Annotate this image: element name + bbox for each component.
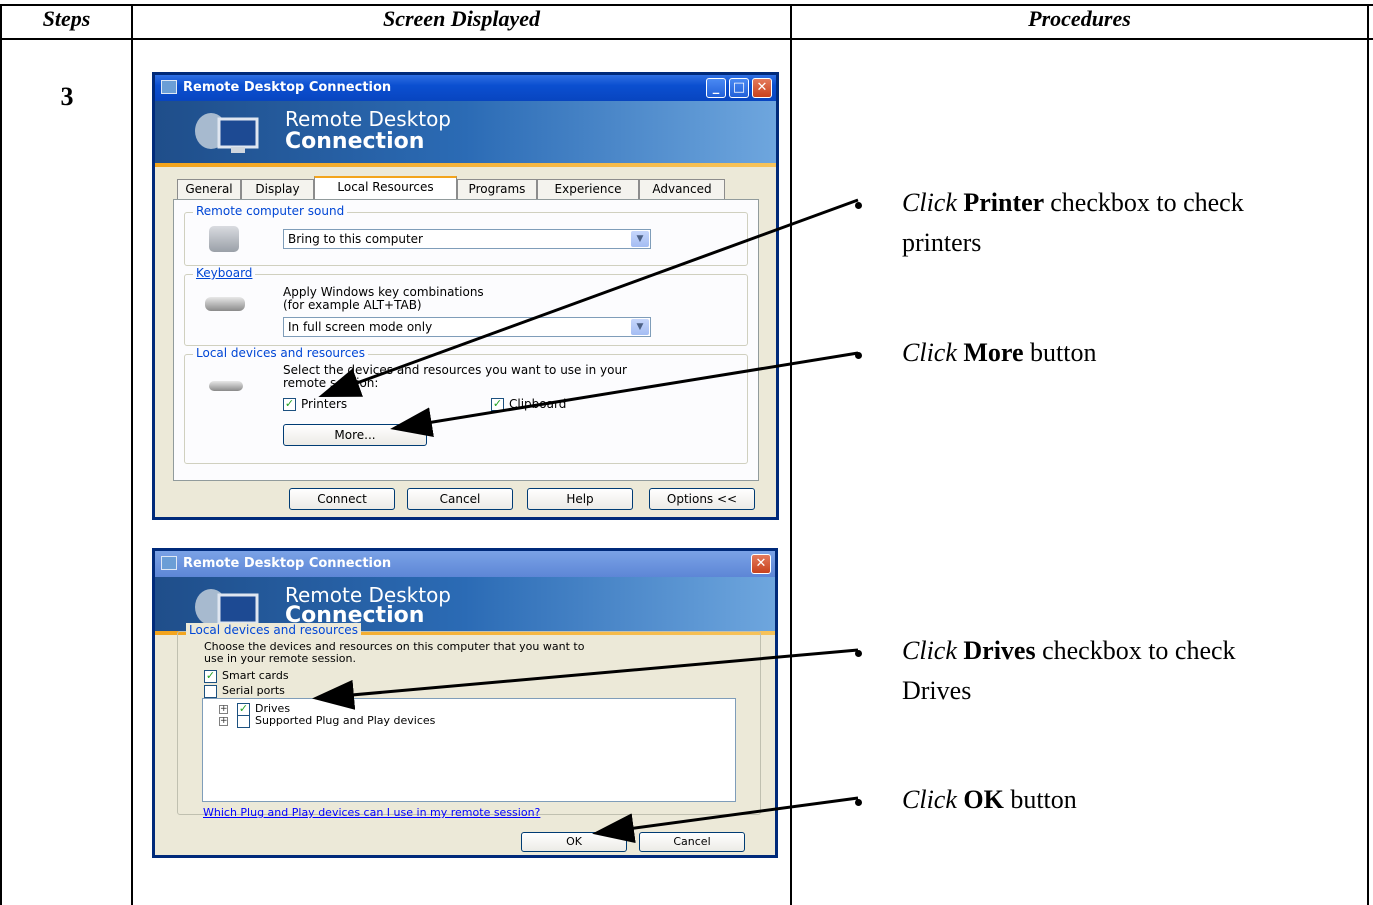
device-tree[interactable]: + ✓ Drives + Supported Plug and Play dev… <box>202 698 736 802</box>
keyboard-group-label: Keyboard <box>193 266 256 280</box>
options-button[interactable]: Options << <box>649 488 755 510</box>
col-divider-2 <box>790 4 792 905</box>
step-number: 3 <box>60 82 74 111</box>
devices-desc-line2: remote session: <box>283 376 379 390</box>
help-button[interactable]: Help <box>527 488 633 510</box>
devices-group: Local devices and resources Select the d… <box>184 346 748 464</box>
rdc-app-icon <box>161 556 177 570</box>
close-icon[interactable]: ✕ <box>751 554 771 574</box>
rdc-app-icon <box>161 80 177 94</box>
procedure-target: Printer <box>963 188 1051 217</box>
header-screen-displayed: Screen Displayed <box>382 6 541 31</box>
keyboard-group: Keyboard Apply Windows key combinations … <box>184 266 748 346</box>
tab-programs[interactable]: Programs <box>457 179 537 199</box>
procedure-drives-cont: Drives <box>902 676 972 705</box>
procedure-verb: Click <box>902 636 964 665</box>
bullet-icon <box>855 799 862 806</box>
tab-experience[interactable]: Experience <box>537 179 639 199</box>
window-titlebar[interactable]: Remote Desktop Connection _ □ ✕ <box>155 75 776 101</box>
devices-desc-line2: use in your remote session. <box>204 652 357 665</box>
smart-cards-checkbox[interactable]: ✓ <box>204 670 217 683</box>
devices-group-label: Local devices and resources <box>186 623 361 637</box>
procedure-more: Click More button <box>902 338 1096 368</box>
devices-group: Local devices and resources Choose the d… <box>177 623 761 815</box>
monitor-icon <box>195 113 259 153</box>
procedure-verb: Click <box>902 188 964 217</box>
procedure-target: More <box>963 338 1031 367</box>
sound-group: Remote computer sound Bring to this comp… <box>184 204 748 266</box>
cancel-button[interactable]: Cancel <box>639 832 745 852</box>
pnp-devices-checkbox[interactable] <box>237 715 250 728</box>
rdc-banner: Remote Desktop Connection <box>155 101 776 163</box>
cancel-button[interactable]: Cancel <box>407 488 513 510</box>
chevron-down-icon[interactable]: ▼ <box>631 319 649 335</box>
clipboard-label[interactable]: Clipboard <box>509 397 566 411</box>
printers-label[interactable]: Printers <box>301 397 347 411</box>
keyboard-desc-line2: (for example ALT+TAB) <box>283 298 422 312</box>
sound-group-label: Remote computer sound <box>193 204 348 218</box>
keyboard-dropdown[interactable]: In full screen mode only ▼ <box>283 317 651 337</box>
keyboard-icon <box>205 297 245 311</box>
procedure-printer: Click Printer checkbox to check <box>902 188 1244 218</box>
banner-title-line2: Connection <box>285 129 425 154</box>
printers-checkbox[interactable]: ✓ <box>283 398 296 411</box>
procedure-target: Drives <box>963 636 1043 665</box>
banner-title-line1: Remote Desktop <box>285 107 452 131</box>
procedure-rest: checkbox to check <box>1042 636 1236 665</box>
devices-desc-line1: Select the devices and resources you wan… <box>283 363 627 377</box>
procedure-rest: button <box>1030 338 1097 367</box>
procedure-verb: Click <box>902 338 964 367</box>
header-procedures: Procedures <box>1028 6 1131 31</box>
more-button[interactable]: More... <box>283 424 427 446</box>
window-titlebar[interactable]: Remote Desktop Connection ✕ <box>155 551 775 577</box>
smart-cards-label[interactable]: Smart cards <box>222 669 289 682</box>
serial-ports-checkbox[interactable] <box>204 685 217 698</box>
procedure-drives: Click Drives checkbox to check <box>902 636 1236 666</box>
expand-plus-icon[interactable]: + <box>219 705 228 714</box>
remote-desktop-window-more: Remote Desktop Connection ✕ Remote Deskt… <box>152 548 778 858</box>
speaker-icon <box>209 226 239 252</box>
tab-display[interactable]: Display <box>241 179 314 199</box>
pnp-help-link[interactable]: Which Plug and Play devices can I use in… <box>203 806 540 819</box>
table-right-border <box>1367 4 1369 905</box>
local-resources-panel: Remote computer sound Bring to this comp… <box>173 199 759 481</box>
bullet-icon <box>855 202 862 209</box>
ok-button[interactable]: OK <box>521 832 627 852</box>
clipboard-checkbox[interactable]: ✓ <box>491 398 504 411</box>
connect-button[interactable]: Connect <box>289 488 395 510</box>
procedure-verb: Click <box>902 785 964 814</box>
header-bottom-border <box>0 38 1373 40</box>
header-steps: Steps <box>42 6 91 31</box>
bullet-icon <box>855 352 862 359</box>
serial-ports-label[interactable]: Serial ports <box>222 684 285 697</box>
procedure-document: Steps Screen Displayed Procedures 3 Remo… <box>0 0 1373 905</box>
close-icon[interactable]: ✕ <box>752 78 772 98</box>
pnp-devices-label[interactable]: Supported Plug and Play devices <box>255 714 435 727</box>
procedure-printer-cont: printers <box>902 228 982 257</box>
devices-group-label: Local devices and resources <box>193 346 368 360</box>
expand-plus-icon[interactable]: + <box>219 717 228 726</box>
remote-desktop-window-options: Remote Desktop Connection _ □ ✕ Remote D… <box>152 72 779 520</box>
banner-accent-strip <box>155 163 776 167</box>
maximize-icon[interactable]: □ <box>729 78 749 98</box>
procedure-target: OK <box>963 785 1011 814</box>
table-left-border <box>0 4 2 905</box>
procedure-rest: button <box>1010 785 1077 814</box>
window-title: Remote Desktop Connection <box>183 80 392 95</box>
keyboard-desc-line1: Apply Windows key combinations <box>283 285 484 299</box>
minimize-icon[interactable]: _ <box>706 78 726 98</box>
procedure-ok: Click OK button <box>902 785 1077 815</box>
procedure-rest: checkbox to check <box>1050 188 1244 217</box>
usb-device-icon <box>209 381 243 391</box>
sound-dropdown-value: Bring to this computer <box>288 232 423 246</box>
tab-general[interactable]: General <box>177 179 241 199</box>
bullet-icon <box>855 650 862 657</box>
keyboard-dropdown-value: In full screen mode only <box>288 320 433 334</box>
window-title: Remote Desktop Connection <box>183 556 392 571</box>
chevron-down-icon[interactable]: ▼ <box>631 231 649 247</box>
tab-local-resources[interactable]: Local Resources <box>314 176 457 200</box>
tab-advanced[interactable]: Advanced <box>639 179 725 199</box>
sound-dropdown[interactable]: Bring to this computer ▼ <box>283 229 651 249</box>
col-divider-1 <box>131 4 133 905</box>
